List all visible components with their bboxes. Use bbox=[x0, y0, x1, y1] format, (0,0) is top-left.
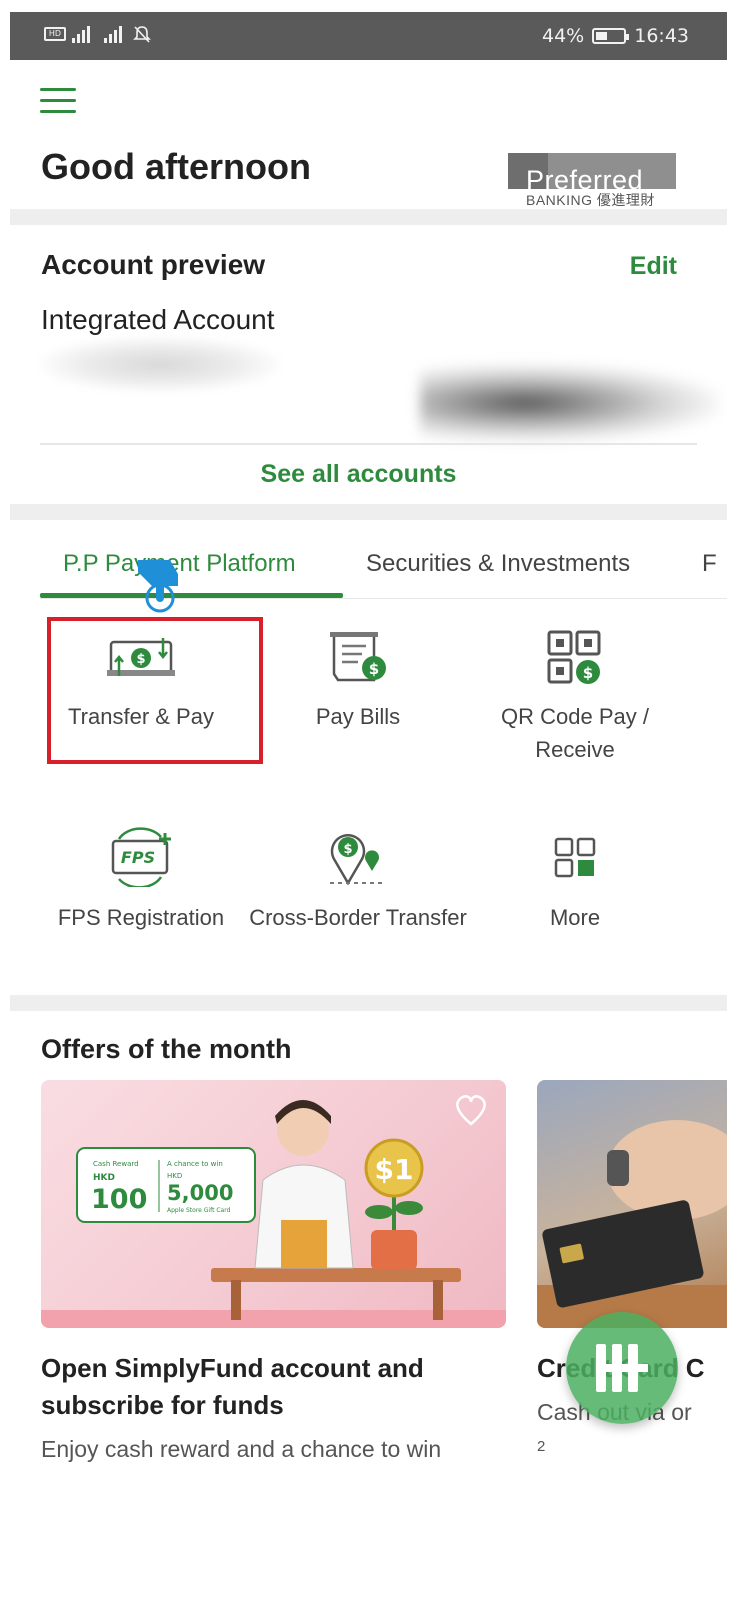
battery-percent: 44% bbox=[542, 25, 585, 47]
promo-reward-currency: HKD bbox=[93, 1173, 115, 1183]
greeting-title: Good afternoon bbox=[41, 146, 311, 187]
mute-bell-icon bbox=[133, 26, 151, 43]
status-bar: HD 44% 16:43 bbox=[10, 12, 727, 60]
clock: 16:43 bbox=[634, 25, 689, 47]
fps-registration-icon: FPS bbox=[111, 827, 171, 887]
edit-link[interactable]: Edit bbox=[630, 252, 677, 281]
status-left: HD bbox=[44, 24, 152, 44]
battery-icon bbox=[592, 28, 630, 44]
transfer-pay-icon: $ bbox=[107, 638, 175, 676]
service-label: Pay Bills bbox=[315, 704, 401, 729]
offers-title: Offers of the month bbox=[41, 1034, 292, 1064]
offer-subtitle-1: Enjoy cash reward and a chance to win bbox=[41, 1436, 442, 1462]
cross-border-icon: $ bbox=[330, 834, 386, 886]
see-all-accounts-link[interactable]: See all accounts bbox=[10, 460, 707, 489]
favorite-heart-icon bbox=[456, 1095, 486, 1126]
sim-card-icon: HD bbox=[44, 27, 66, 41]
promo-chance-amount: 5,000 bbox=[167, 1181, 233, 1205]
service-label: FPS Registration bbox=[57, 905, 225, 930]
service-more[interactable]: More bbox=[465, 827, 685, 934]
service-label: Cross-Border Transfer bbox=[249, 905, 467, 930]
menu-icon[interactable] bbox=[40, 88, 76, 116]
tab-securities-investments[interactable]: Securities & Investments bbox=[366, 550, 630, 578]
signal-icon-2 bbox=[104, 25, 122, 43]
offer-footnote-2: 2 bbox=[537, 1438, 546, 1455]
svg-text:$: $ bbox=[369, 660, 379, 678]
account-preview-title: Account preview bbox=[41, 249, 266, 280]
tab-bar: P.P Payment Platform Securities & Invest… bbox=[10, 542, 727, 602]
offer-title-1: Open SimplyFund account and subscribe fo… bbox=[41, 1353, 424, 1420]
status-right: 44% 16:43 bbox=[542, 25, 689, 47]
redacted-account-number bbox=[40, 337, 280, 392]
account-name: Integrated Account bbox=[41, 304, 275, 335]
pay-bills-icon: $ bbox=[330, 632, 386, 682]
section-divider bbox=[10, 504, 727, 520]
offer-illustration: $1 Cash Reward HKD 100 A chance to win H… bbox=[41, 1095, 506, 1328]
logo-line2: BANKING 優進理財 bbox=[526, 192, 655, 208]
more-grid-icon bbox=[554, 837, 596, 878]
service-qr-code-pay[interactable]: $ QR Code Pay / Receive bbox=[465, 630, 685, 766]
promo-chance-note: Apple Store Gift Card bbox=[167, 1207, 231, 1214]
tap-hand-icon bbox=[138, 560, 178, 613]
credit-card-illustration bbox=[537, 1120, 727, 1328]
offer-card-simplyfund[interactable]: $1 Cash Reward HKD 100 A chance to win H… bbox=[41, 1080, 506, 1328]
offer-card-credit-card[interactable] bbox=[537, 1080, 727, 1328]
svg-text:$: $ bbox=[136, 652, 145, 667]
signal-icon bbox=[72, 25, 90, 43]
quick-menu-fab[interactable] bbox=[566, 1312, 678, 1424]
service-transfer-pay[interactable]: $ Transfer & Pay bbox=[31, 630, 251, 733]
grid-menu-icon bbox=[596, 1344, 648, 1392]
svg-text:$: $ bbox=[343, 842, 352, 857]
service-cross-border-transfer[interactable]: $ Cross-Border Transfer bbox=[248, 827, 468, 934]
service-pay-bills[interactable]: $ Pay Bills bbox=[248, 630, 468, 733]
preferred-banking-logo: Preferred BANKING 優進理財 bbox=[508, 153, 676, 209]
redacted-balance bbox=[420, 364, 720, 442]
promo-reward-amount: 100 bbox=[91, 1184, 147, 1215]
promo-chance-currency: HKD bbox=[167, 1172, 182, 1180]
qr-code-icon: $ bbox=[547, 630, 601, 684]
section-divider bbox=[10, 995, 727, 1011]
promo-reward-label: Cash Reward bbox=[93, 1160, 139, 1168]
section-divider bbox=[10, 209, 727, 225]
service-fps-registration[interactable]: FPS FPS Registration bbox=[31, 827, 251, 934]
tab-more-partial[interactable]: F bbox=[702, 550, 717, 578]
fps-text: FPS bbox=[121, 848, 155, 867]
svg-text:$: $ bbox=[583, 664, 593, 682]
service-label: Transfer & Pay bbox=[68, 704, 214, 729]
service-label: More bbox=[549, 905, 601, 930]
coin-text: $1 bbox=[375, 1153, 414, 1186]
service-label: QR Code Pay / Receive bbox=[501, 704, 649, 762]
promo-chance-label: A chance to win bbox=[167, 1160, 223, 1168]
divider-line bbox=[40, 443, 697, 445]
app-screen: HD 44% 16:43 Good afternoon Preferred BA… bbox=[10, 12, 727, 1512]
